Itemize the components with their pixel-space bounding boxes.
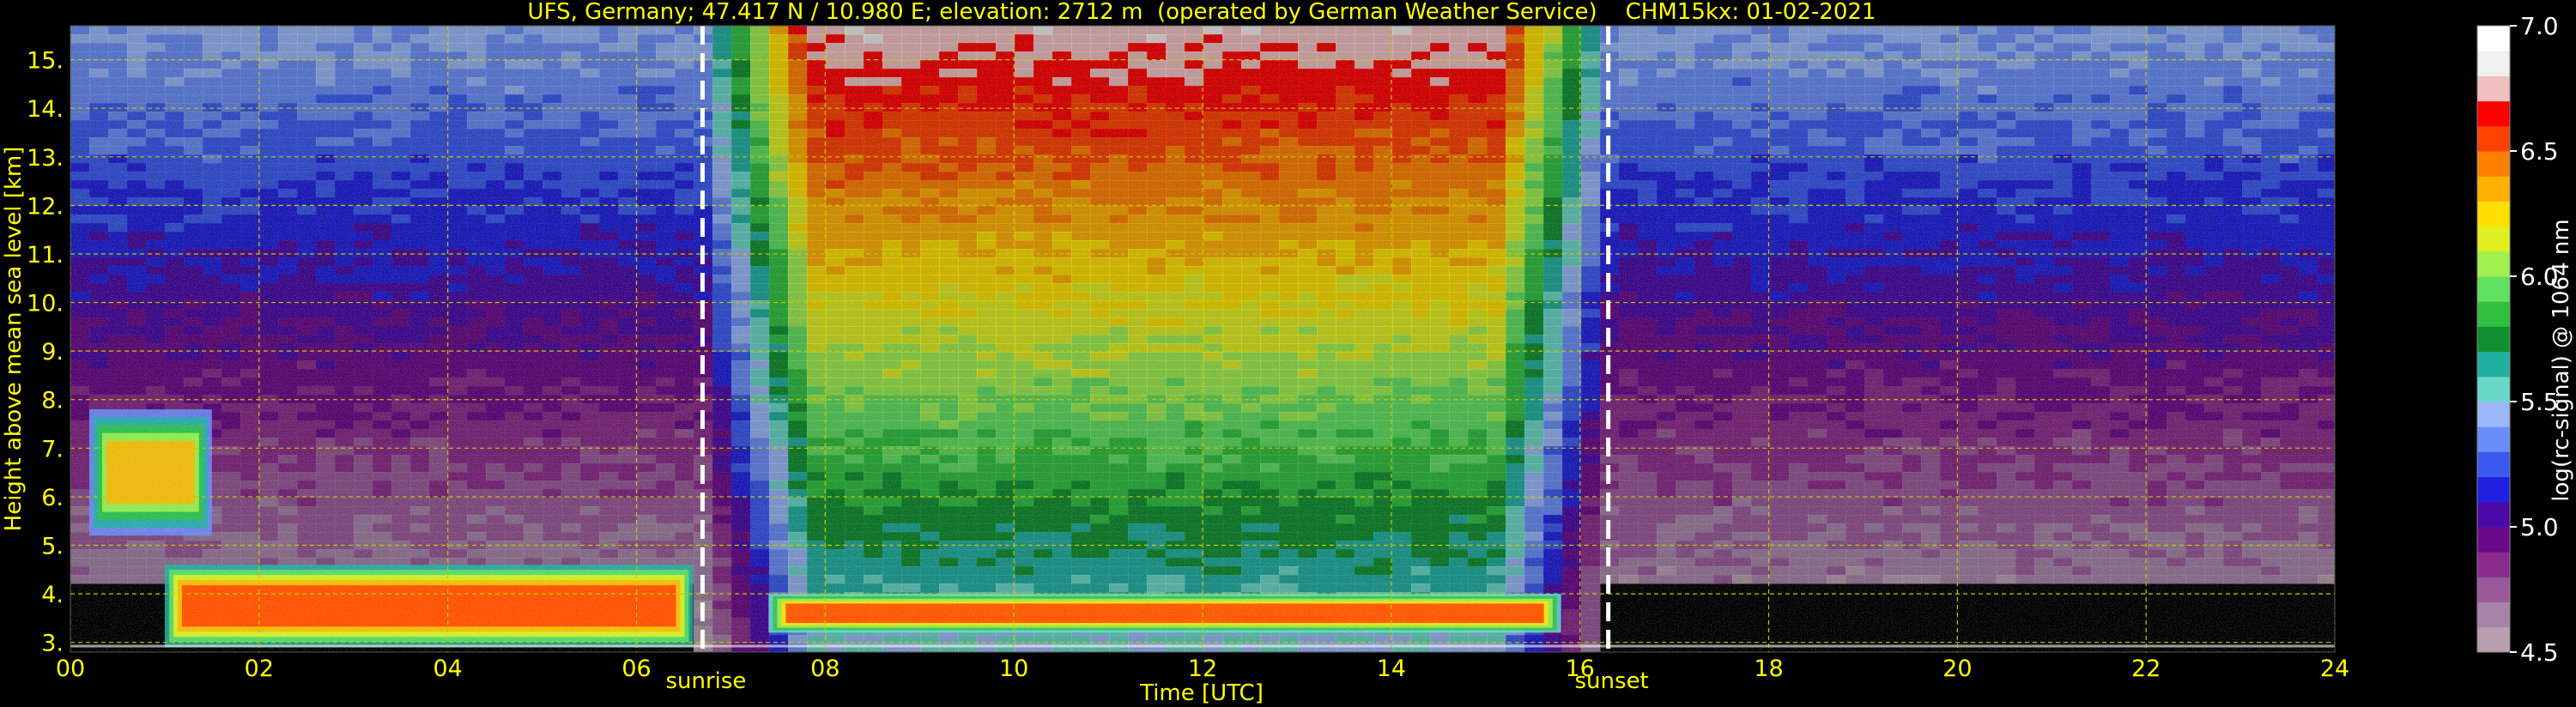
- chart-svg: UFS, Germany; 47.417 N / 10.980 E; eleva…: [0, 0, 2576, 707]
- ceilometer-plot: UFS, Germany; 47.417 N / 10.980 E; eleva…: [0, 0, 2576, 707]
- plot-area: [70, 26, 2337, 653]
